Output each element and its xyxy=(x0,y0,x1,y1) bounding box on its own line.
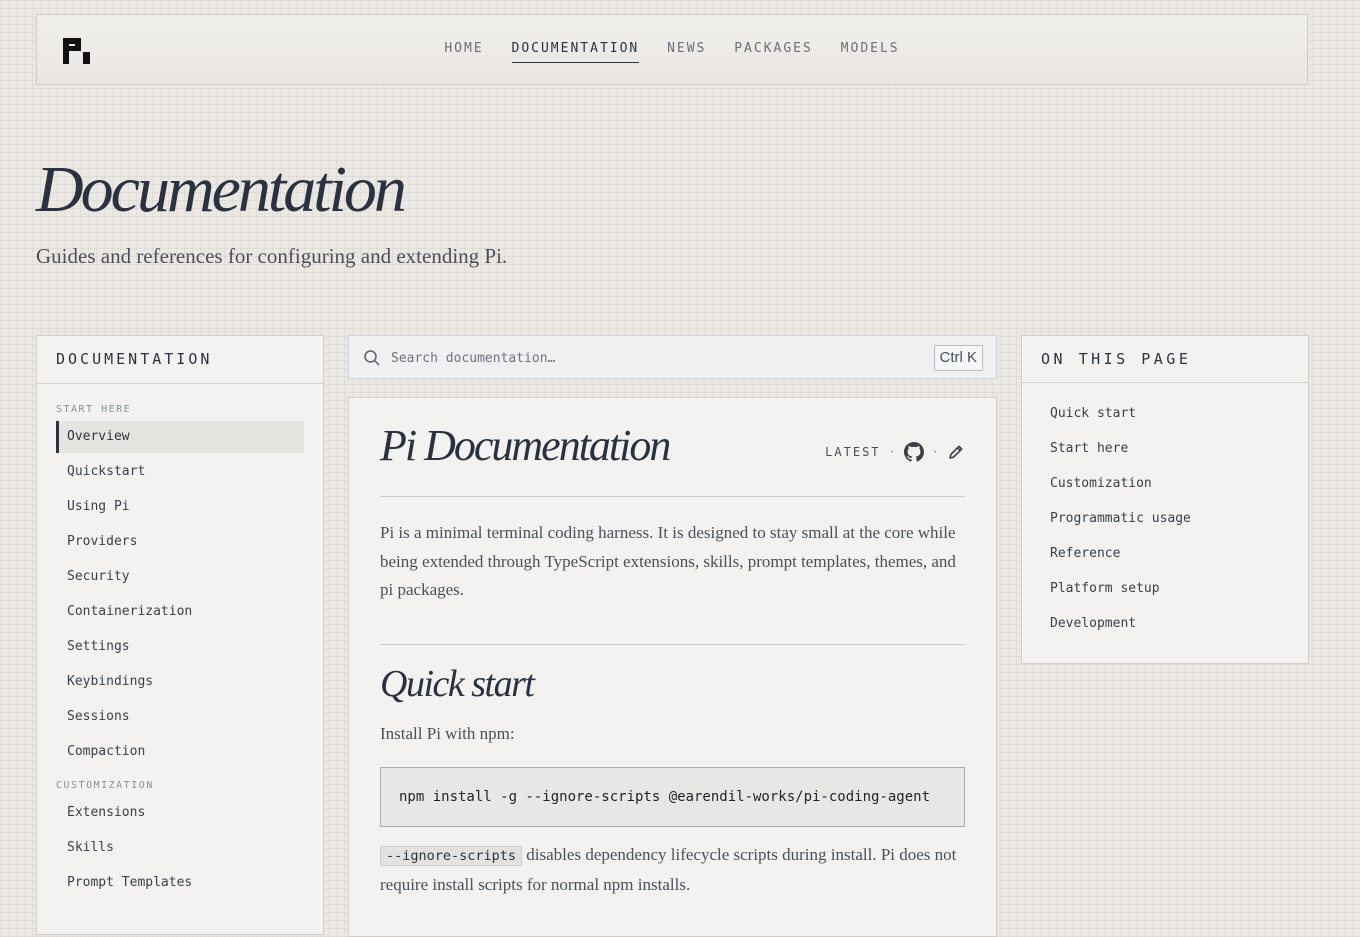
search-icon xyxy=(364,350,380,366)
sidebar-list-start-here: Overview Quickstart Using Pi Providers S… xyxy=(37,421,323,768)
nav-news[interactable]: NEWS xyxy=(667,41,706,62)
main-nav: HOME DOCUMENTATION NEWS PACKAGES MODELS xyxy=(37,41,1307,63)
meta-separator: · xyxy=(931,445,939,459)
sidebar-item-overview[interactable]: Overview xyxy=(56,421,304,453)
toc-item-platform-setup[interactable]: Platform setup xyxy=(1022,579,1308,614)
nav-models[interactable]: MODELS xyxy=(841,41,900,62)
sidebar-item-prompt-templates[interactable]: Prompt Templates xyxy=(56,867,304,899)
top-navbar: HOME DOCUMENTATION NEWS PACKAGES MODELS xyxy=(36,14,1308,85)
inline-code-ignore-scripts: --ignore-scripts xyxy=(380,846,523,866)
sidebar-item-keybindings[interactable]: Keybindings xyxy=(56,666,304,698)
sidebar-item-providers[interactable]: Providers xyxy=(56,526,304,558)
install-instruction: Install Pi with npm: xyxy=(380,724,515,743)
install-note: --ignore-scripts disables dependency lif… xyxy=(380,841,970,899)
pencil-icon[interactable] xyxy=(947,443,965,461)
toc-list: Quick start Start here Customization Pro… xyxy=(1022,404,1308,649)
sidebar-item-sessions[interactable]: Sessions xyxy=(56,701,304,733)
nav-packages[interactable]: PACKAGES xyxy=(734,41,813,62)
intro-paragraph: Pi is a minimal terminal coding harness.… xyxy=(380,523,956,599)
toc-item-reference[interactable]: Reference xyxy=(1022,544,1308,579)
sidebar-item-using-pi[interactable]: Using Pi xyxy=(56,491,304,523)
version-label: LATEST xyxy=(825,445,881,459)
sidebar-item-settings[interactable]: Settings xyxy=(56,631,304,663)
sidebar-item-security[interactable]: Security xyxy=(56,561,304,593)
on-this-page-panel: ON THIS PAGE Quick start Start here Cust… xyxy=(1021,335,1309,664)
install-code-block[interactable]: npm install -g --ignore-scripts @earendi… xyxy=(380,767,965,827)
article-title: Pi Documentation xyxy=(380,421,671,470)
toc-item-customization[interactable]: Customization xyxy=(1022,474,1308,509)
toc-item-programmatic-usage[interactable]: Programmatic usage xyxy=(1022,509,1308,544)
toc-item-start-here[interactable]: Start here xyxy=(1022,439,1308,474)
sidebar-item-containerization[interactable]: Containerization xyxy=(56,596,304,628)
toc-item-development[interactable]: Development xyxy=(1022,614,1308,649)
docs-sidebar: DOCUMENTATION START HERE Overview Quicks… xyxy=(36,335,324,935)
sidebar-section-label: CUSTOMIZATION xyxy=(56,780,154,791)
search-input[interactable] xyxy=(389,344,893,372)
nav-home[interactable]: HOME xyxy=(444,41,483,62)
article-meta: LATEST · · xyxy=(825,442,965,462)
page-subtitle: Guides and references for configuring an… xyxy=(36,244,508,268)
sidebar-item-quickstart[interactable]: Quickstart xyxy=(56,456,304,488)
quickstart-heading: Quick start xyxy=(380,663,535,705)
article-panel: Pi Documentation LATEST · · Pi is a mini… xyxy=(348,397,997,937)
page-title: Documentation xyxy=(36,153,407,226)
sidebar-item-skills[interactable]: Skills xyxy=(56,832,304,864)
github-icon[interactable] xyxy=(903,442,924,462)
nav-documentation[interactable]: DOCUMENTATION xyxy=(511,41,640,63)
sidebar-section-label: START HERE xyxy=(56,404,132,415)
sidebar-title: DOCUMENTATION xyxy=(37,336,323,384)
section-divider xyxy=(380,644,965,645)
meta-separator: · xyxy=(888,445,896,459)
search-shortcut-badge: Ctrl K xyxy=(933,345,983,371)
sidebar-item-compaction[interactable]: Compaction xyxy=(56,736,304,768)
toc-item-quick-start[interactable]: Quick start xyxy=(1022,404,1308,439)
search-bar[interactable]: Ctrl K xyxy=(348,335,997,379)
toc-title: ON THIS PAGE xyxy=(1022,336,1308,383)
title-divider xyxy=(380,496,965,497)
sidebar-item-extensions[interactable]: Extensions xyxy=(56,797,304,829)
sidebar-list-customization: Extensions Skills Prompt Templates xyxy=(37,797,323,899)
